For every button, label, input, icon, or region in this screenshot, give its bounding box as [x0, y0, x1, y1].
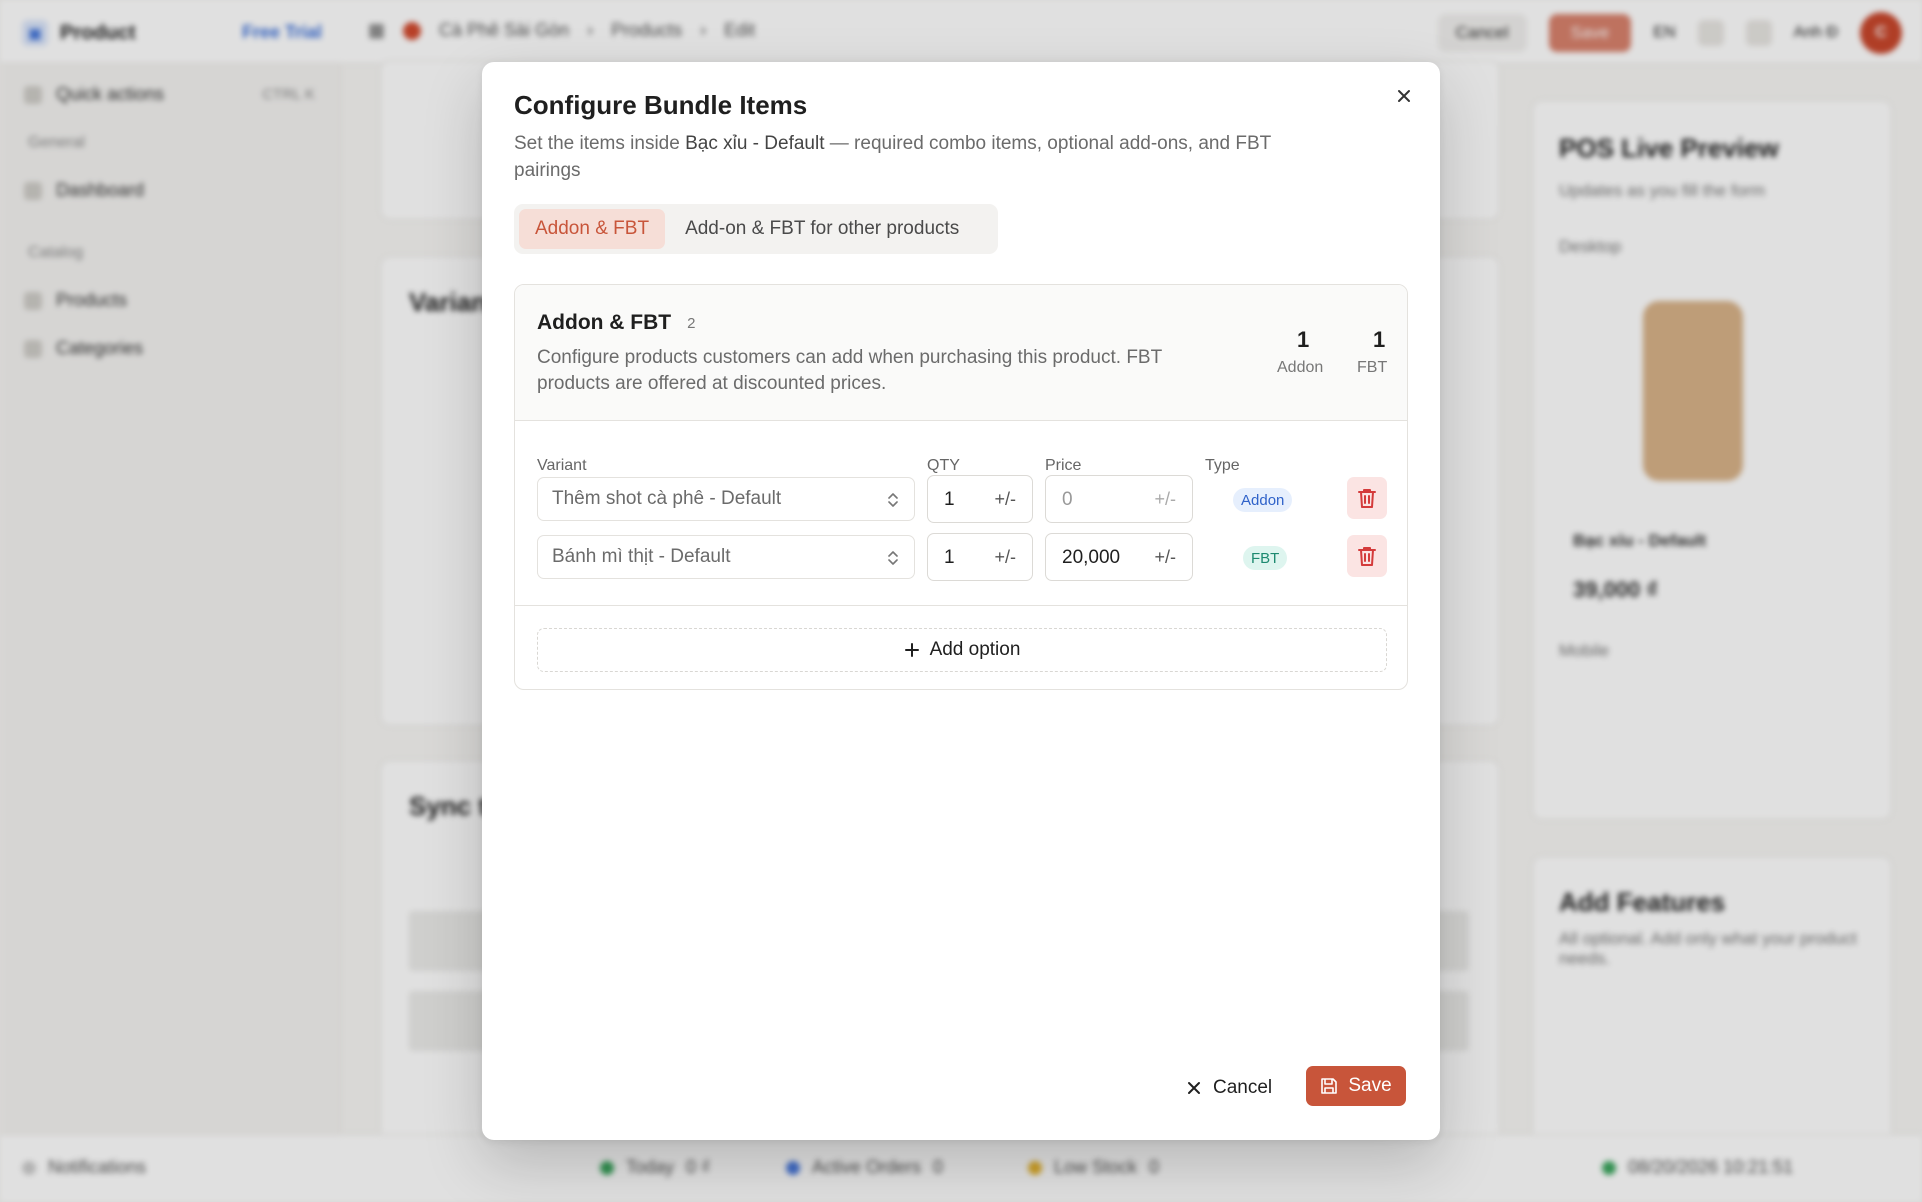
fbt-stat: 1 FBT	[1357, 327, 1387, 377]
price-input[interactable]: 0 +/-	[1045, 475, 1193, 523]
chevron-up-down-icon	[888, 551, 898, 565]
price-plus-minus-toggle[interactable]: +/-	[1154, 489, 1176, 510]
panel-title: Addon & FBT 2	[537, 311, 695, 335]
close-icon	[1398, 90, 1410, 102]
save-button[interactable]: Save	[1306, 1066, 1406, 1106]
panel-header: Addon & FBT 2 Configure products custome…	[515, 285, 1407, 421]
variant-select-value: Bánh mì thịt - Default	[552, 546, 731, 567]
chevron-up-down-icon	[888, 493, 898, 507]
table-row: Bánh mì thịt - Default 1 +/- 20,000 +/- …	[515, 533, 1407, 583]
qty-stepper[interactable]: 1 +/-	[927, 475, 1033, 523]
table-row: Thêm shot cà phê - Default 1 +/- 0 +/- A…	[515, 475, 1407, 525]
trash-icon	[1358, 547, 1376, 566]
column-header-qty: QTY	[927, 457, 960, 474]
price-input[interactable]: 20,000 +/-	[1045, 533, 1193, 581]
plus-icon	[904, 643, 919, 657]
variant-select[interactable]: Bánh mì thịt - Default	[537, 535, 915, 579]
tab-addon-fbt[interactable]: Addon & FBT	[519, 209, 666, 249]
price-plus-minus-toggle[interactable]: +/-	[1154, 547, 1176, 568]
add-option-area: Add option	[515, 605, 1407, 689]
save-label: Save	[1348, 1075, 1392, 1096]
qty-stepper[interactable]: 1 +/-	[927, 533, 1033, 581]
description-prefix: Set the items inside	[514, 133, 686, 154]
panel-description: Configure products customers can add whe…	[537, 347, 1162, 394]
delete-row-button[interactable]	[1347, 477, 1387, 519]
tab-other-products[interactable]: Add-on & FBT for other products	[669, 209, 975, 249]
addon-stat: 1 Addon	[1277, 327, 1323, 377]
addon-count-label: Addon	[1277, 359, 1324, 376]
fbt-count-label: FBT	[1357, 359, 1388, 376]
close-icon	[1188, 1082, 1200, 1094]
cancel-label: Cancel	[1213, 1077, 1273, 1098]
addon-count: 1	[1297, 327, 1310, 352]
dialog-title: Configure Bundle Items	[514, 90, 808, 120]
fbt-count: 1	[1372, 327, 1386, 352]
column-header-variant: Variant	[537, 457, 587, 474]
price-value: 0	[1062, 489, 1073, 510]
close-button[interactable]	[1390, 82, 1418, 110]
variant-select[interactable]: Thêm shot cà phê - Default	[537, 477, 915, 521]
qty-value: 1	[944, 547, 955, 568]
variant-select-value: Thêm shot cà phê - Default	[552, 488, 782, 509]
save-icon	[1321, 1078, 1338, 1094]
qty-value: 1	[944, 489, 955, 510]
add-option-label: Add option	[929, 639, 1021, 660]
price-value: 20,000	[1062, 547, 1121, 568]
item-count-badge: 2	[687, 314, 696, 332]
column-header-price: Price	[1045, 457, 1082, 474]
addon-fbt-panel: Addon & FBT 2 Configure products custome…	[514, 284, 1408, 690]
type-badge-addon: Addon	[1233, 488, 1293, 512]
description-product: Bạc xỉu - Default	[685, 133, 825, 154]
trash-icon	[1358, 489, 1376, 508]
add-option-button[interactable]: Add option	[537, 628, 1387, 672]
type-badge-fbt: FBT	[1243, 546, 1288, 570]
qty-plus-minus-toggle[interactable]: +/-	[994, 489, 1016, 510]
configure-bundle-dialog: Configure Bundle Items Set the items ins…	[482, 62, 1440, 1140]
cancel-button[interactable]: Cancel	[1187, 1068, 1272, 1108]
column-header-type: Type	[1205, 457, 1240, 474]
qty-plus-minus-toggle[interactable]: +/-	[994, 547, 1016, 568]
panel-title-text: Addon & FBT	[537, 311, 672, 334]
tab-list: Addon & FBT Add-on & FBT for other produ…	[514, 204, 998, 254]
delete-row-button[interactable]	[1347, 535, 1387, 577]
dialog-description: Set the items inside Bạc xỉu - Default —…	[514, 130, 1334, 184]
